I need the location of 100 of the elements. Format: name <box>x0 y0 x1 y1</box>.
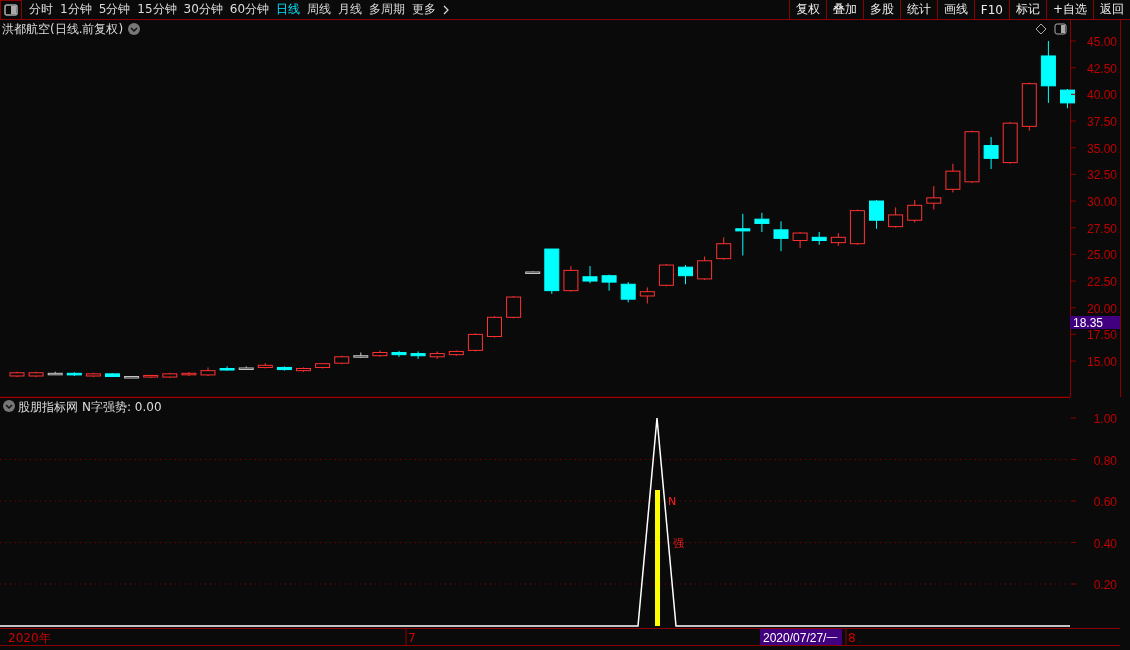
indicator-axis-label: 0.80 <box>1093 453 1117 468</box>
period-tab[interactable]: 多周期 <box>369 1 406 18</box>
indicator-axis-label: 0.20 <box>1093 578 1117 592</box>
candle <box>773 220 789 252</box>
candle <box>1060 88 1075 109</box>
indicator-axis-label: 1.00 <box>1093 412 1117 426</box>
indicator-source: 股朋指标网 <box>18 400 78 414</box>
price-axis-label: 35.00 <box>1086 141 1117 156</box>
candle <box>888 206 904 229</box>
candle <box>582 265 598 284</box>
period-tab[interactable]: 月线 <box>338 1 363 18</box>
candle <box>66 371 82 377</box>
date-label: 8 <box>848 631 856 645</box>
price-axis-label: 45.00 <box>1086 35 1117 49</box>
period-tab[interactable]: 60分钟 <box>229 1 270 18</box>
period-tab[interactable]: 日线 <box>276 1 301 18</box>
candle <box>525 270 541 275</box>
price-axis-label: 20.00 <box>1086 301 1117 316</box>
price-axis-label: 37.50 <box>1086 115 1117 129</box>
candle <box>811 231 827 246</box>
signal-label: 强 <box>673 537 684 550</box>
panel-toggle-icon[interactable] <box>0 0 22 20</box>
period-tab[interactable]: 更多 <box>412 1 437 18</box>
candle <box>9 371 25 378</box>
candle <box>563 265 579 293</box>
candle <box>601 274 617 292</box>
cursor-date-tag: 2020/07/27/一 <box>760 629 842 645</box>
candle <box>926 185 942 211</box>
candle <box>792 231 808 249</box>
candle <box>124 375 140 379</box>
candle <box>181 371 197 377</box>
candle <box>678 264 693 285</box>
dropdown-icon[interactable] <box>3 400 15 412</box>
chart-title: 洪都航空(日线.前复权) <box>2 22 124 36</box>
price-tag: 18.35 <box>1070 316 1120 330</box>
candle <box>716 236 732 261</box>
period-tab[interactable]: 分时 <box>29 1 53 18</box>
candle <box>735 213 751 256</box>
period-tab[interactable]: 15分钟 <box>137 1 177 18</box>
candle <box>487 315 502 339</box>
candle <box>429 350 445 360</box>
price-axis-label: 32.50 <box>1086 168 1117 183</box>
candle <box>830 232 846 247</box>
chevron-right-icon[interactable] <box>443 4 450 15</box>
panel-toggle-icon[interactable] <box>1054 23 1067 35</box>
candle <box>506 295 522 319</box>
indicator-axis-label: 0.40 <box>1093 536 1117 551</box>
candle <box>697 256 713 281</box>
candle <box>162 372 178 379</box>
price-axis-label: 17.50 <box>1086 328 1117 343</box>
diamond-icon[interactable] <box>1035 23 1047 35</box>
signal-label: N <box>668 495 677 508</box>
candle <box>334 355 350 365</box>
candle <box>296 366 311 373</box>
candle <box>869 199 884 230</box>
price-axis-label: 42.50 <box>1086 61 1117 76</box>
candle <box>964 130 980 184</box>
candle <box>907 199 923 223</box>
period-tab[interactable]: 5分钟 <box>98 1 131 18</box>
candle <box>276 365 292 372</box>
candle <box>372 349 388 358</box>
dropdown-icon[interactable] <box>128 23 140 35</box>
candle <box>544 248 560 295</box>
price-axis-label: 15.00 <box>1086 355 1117 370</box>
candle <box>105 372 120 378</box>
candle <box>983 136 999 170</box>
candle <box>315 362 331 369</box>
candle <box>1021 82 1037 132</box>
candle <box>47 371 63 376</box>
price-axis-label: 40.00 <box>1086 88 1117 103</box>
candle <box>1002 121 1018 165</box>
date-label: 7 <box>408 631 416 645</box>
period-tab[interactable]: 1分钟 <box>60 1 92 18</box>
candle <box>238 365 254 371</box>
candle <box>353 352 369 359</box>
candle <box>945 163 961 193</box>
price-axis-label: 27.50 <box>1086 221 1117 236</box>
candle <box>391 350 407 358</box>
candle <box>849 209 865 246</box>
candle <box>448 349 464 357</box>
candle <box>410 350 426 360</box>
candle <box>467 332 483 352</box>
candle <box>219 365 235 372</box>
candle <box>28 371 44 378</box>
indicator-axis-label: 0.60 <box>1093 495 1117 509</box>
price-axis-label: 30.00 <box>1086 195 1117 210</box>
candle <box>639 286 655 304</box>
candle <box>754 212 770 233</box>
period-tab[interactable]: 30分钟 <box>183 1 223 18</box>
price-axis-label: 22.50 <box>1086 275 1117 290</box>
indicator-formula: N字强势: 0.00 <box>82 400 162 414</box>
candle <box>620 281 636 303</box>
candle <box>658 263 674 287</box>
candle <box>257 362 273 369</box>
period-tab[interactable]: 周线 <box>307 1 332 18</box>
price-axis-label: 25.00 <box>1086 248 1117 263</box>
candle <box>143 374 159 379</box>
candle <box>85 372 101 378</box>
candle <box>200 366 216 377</box>
date-label: 2020年 <box>8 631 51 645</box>
